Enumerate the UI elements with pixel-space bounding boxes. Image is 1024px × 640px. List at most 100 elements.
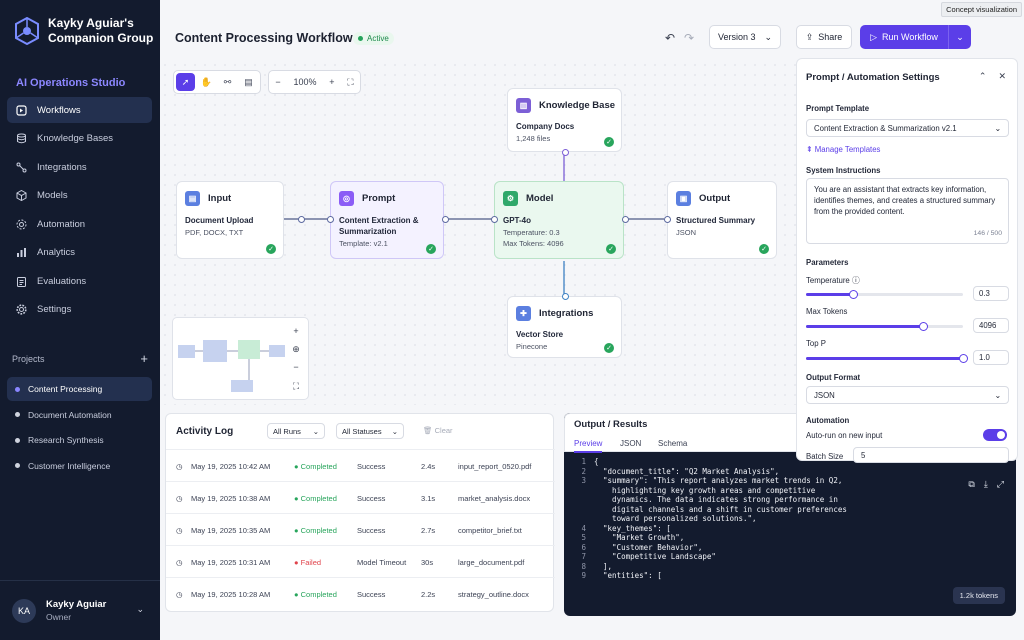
nav-knowledge-bases[interactable]: Knowledge Bases bbox=[7, 126, 152, 152]
bottom-port[interactable] bbox=[562, 149, 569, 156]
runs-filter[interactable]: All Runs ⌄ bbox=[267, 423, 325, 439]
code-view[interactable]: 1 { 2 "document_title": "Q2 Market Analys… bbox=[564, 457, 847, 581]
nav-workflows[interactable]: Workflows bbox=[7, 97, 152, 123]
node-subtitle: Document Upload bbox=[185, 216, 254, 225]
collapse-icon[interactable]: ⌃ bbox=[979, 71, 987, 82]
minimap-zoom-in-icon[interactable]: + bbox=[288, 324, 304, 338]
copy-icon[interactable]: ⧉ bbox=[968, 479, 974, 490]
row-status: ● Completed bbox=[294, 462, 337, 471]
run-dropdown-icon[interactable]: ⌄ bbox=[949, 32, 971, 43]
table-row[interactable]: ◷ May 19, 2025 10:38 AM ● Completed Succ… bbox=[166, 481, 555, 513]
top-port[interactable] bbox=[562, 293, 569, 300]
input-port[interactable] bbox=[664, 216, 671, 223]
table-row[interactable]: ◷ May 19, 2025 10:42 AM ● Completed Succ… bbox=[166, 449, 555, 481]
info-icon[interactable]: ⓘ bbox=[852, 276, 860, 285]
code-line: 7 "Competitive Landscape" bbox=[564, 552, 847, 562]
output-port[interactable] bbox=[442, 216, 449, 223]
output-format-select[interactable]: JSON ⌄ bbox=[806, 386, 1009, 404]
model-node[interactable]: ⚙ Model GPT-4o Temperature: 0.3 Max Token… bbox=[491, 181, 629, 259]
status-filter[interactable]: All Statuses ⌄ bbox=[336, 423, 404, 439]
add-project-icon[interactable]: + bbox=[140, 352, 148, 365]
nav-models[interactable]: Models bbox=[7, 183, 152, 209]
tab-preview[interactable]: Preview bbox=[574, 439, 603, 453]
run-main[interactable]: ▷ Run Workflow bbox=[860, 25, 949, 49]
project-research-synthesis[interactable]: Research Synthesis bbox=[7, 428, 152, 452]
code-text: { bbox=[594, 457, 599, 466]
node-subtitle-2: Summarization bbox=[339, 227, 397, 236]
minimap-fit-icon[interactable]: ⛶ bbox=[288, 379, 304, 393]
tab-schema[interactable]: Schema bbox=[658, 439, 687, 448]
line-number: 9 bbox=[581, 571, 586, 580]
table-row[interactable]: ◷ May 19, 2025 10:28 AM ● Completed Succ… bbox=[166, 577, 555, 609]
projects-list: Content Processing Document Automation R… bbox=[7, 377, 152, 479]
minimap-search-icon[interactable]: ⊕ bbox=[288, 342, 304, 356]
project-customer-intelligence[interactable]: Customer Intelligence bbox=[7, 454, 152, 478]
expand-icon[interactable]: ⤢ bbox=[997, 479, 1004, 490]
temperature-input[interactable]: 0.3 bbox=[973, 286, 1009, 301]
undo-icon[interactable]: ↶ bbox=[665, 31, 675, 45]
minimap-zoom-out-icon[interactable]: − bbox=[288, 360, 304, 374]
user-name: Kayky Aguiar bbox=[46, 599, 107, 610]
download-icon[interactable]: ⤓ bbox=[984, 479, 988, 490]
row-status-label: Failed bbox=[300, 558, 322, 567]
minimap[interactable]: + ⊕ − ⛶ bbox=[172, 317, 309, 400]
tab-json[interactable]: JSON bbox=[620, 439, 641, 448]
code-text: "Competitive Landscape" bbox=[594, 552, 716, 561]
knowledge-base-node[interactable]: ▥ Knowledge Base Company Docs 1,248 files… bbox=[507, 88, 622, 156]
chevron-down-icon: ⌄ bbox=[994, 390, 1001, 400]
model-icon: ⚙ bbox=[503, 191, 518, 206]
prompt-node[interactable]: ◎ Prompt Content Extraction & Summarizati… bbox=[327, 181, 449, 259]
output-node[interactable]: ▣ Output Structured Summary JSON ✓ bbox=[664, 181, 777, 259]
table-row[interactable]: ◷ May 19, 2025 10:31 AM ● Failed Model T… bbox=[166, 545, 555, 577]
input-port[interactable] bbox=[491, 216, 498, 223]
manage-templates-link[interactable]: ⇞ Manage Templates bbox=[806, 145, 880, 154]
avatar: KA bbox=[12, 598, 36, 623]
clear-button[interactable]: 🗑 Clear bbox=[423, 426, 453, 435]
project-content-processing[interactable]: Content Processing bbox=[7, 377, 152, 401]
check-icon: ✓ bbox=[266, 244, 276, 254]
run-workflow-button[interactable]: ▷ Run Workflow ⌄ bbox=[860, 25, 971, 49]
input-node[interactable]: ▤ Input Document Upload PDF, DOCX, TXT ✓ bbox=[176, 181, 305, 259]
version-select[interactable]: Version 3 ⌄ bbox=[709, 25, 781, 49]
share-button[interactable]: ⇪ Share bbox=[796, 25, 852, 49]
batch-size-input[interactable]: 5 bbox=[853, 447, 1009, 463]
user-menu[interactable]: KA Kayky Aguiar Owner ⌄ bbox=[0, 580, 160, 640]
system-instructions-field[interactable]: You are an assistant that extracts key i… bbox=[806, 178, 1009, 244]
automation-label: Automation bbox=[806, 416, 850, 425]
nav-evaluations[interactable]: Evaluations bbox=[7, 268, 152, 294]
nav-settings[interactable]: Settings bbox=[7, 297, 152, 323]
nav-integrations[interactable]: Integrations bbox=[7, 154, 152, 180]
max-tokens-input[interactable]: 4096 bbox=[973, 318, 1009, 333]
output-format-label: Output Format bbox=[806, 373, 861, 382]
table-row[interactable]: ◷ May 19, 2025 10:35 AM ● Completed Succ… bbox=[166, 513, 555, 545]
project-document-automation[interactable]: Document Automation bbox=[7, 403, 152, 427]
autorun-toggle[interactable] bbox=[983, 429, 1007, 441]
close-icon[interactable]: ✕ bbox=[998, 71, 1006, 82]
prompt-icon: ◎ bbox=[339, 191, 354, 206]
nav-automation[interactable]: Automation bbox=[7, 211, 152, 237]
nav-label: Settings bbox=[37, 304, 72, 315]
output-port[interactable] bbox=[622, 216, 629, 223]
slider-knob[interactable] bbox=[919, 322, 929, 331]
top-p-slider[interactable] bbox=[806, 354, 968, 363]
redo-icon[interactable]: ↷ bbox=[684, 31, 694, 45]
output-format-value: JSON bbox=[814, 390, 835, 400]
project-dot bbox=[15, 412, 20, 417]
slider-knob[interactable] bbox=[848, 290, 858, 299]
workflow-canvas[interactable]: ➚ ✋ ⚯ ▤ − 100% + ⛶ ▤ Input Document Uploa… bbox=[160, 60, 800, 405]
template-select[interactable]: Content Extraction & Summarization v2.1 ⌄ bbox=[806, 119, 1009, 137]
output-port[interactable] bbox=[298, 216, 305, 223]
integrations-node[interactable]: ✚ Integrations Vector Store Pinecone ✓ bbox=[507, 293, 622, 358]
slider-knob[interactable] bbox=[958, 354, 968, 363]
minimap-preview bbox=[178, 340, 285, 392]
node-header: ▤ Input bbox=[185, 191, 231, 206]
input-port[interactable] bbox=[327, 216, 334, 223]
node-title: Prompt bbox=[362, 193, 396, 204]
node-subtitle: Vector Store bbox=[516, 330, 564, 339]
top-p-input[interactable]: 1.0 bbox=[973, 350, 1009, 365]
temperature-slider[interactable] bbox=[806, 290, 963, 299]
nav-analytics[interactable]: Analytics bbox=[7, 240, 152, 266]
row-time: May 19, 2025 10:38 AM bbox=[191, 494, 271, 503]
clock-icon: ◷ bbox=[176, 526, 183, 535]
max-tokens-slider[interactable] bbox=[806, 322, 963, 331]
